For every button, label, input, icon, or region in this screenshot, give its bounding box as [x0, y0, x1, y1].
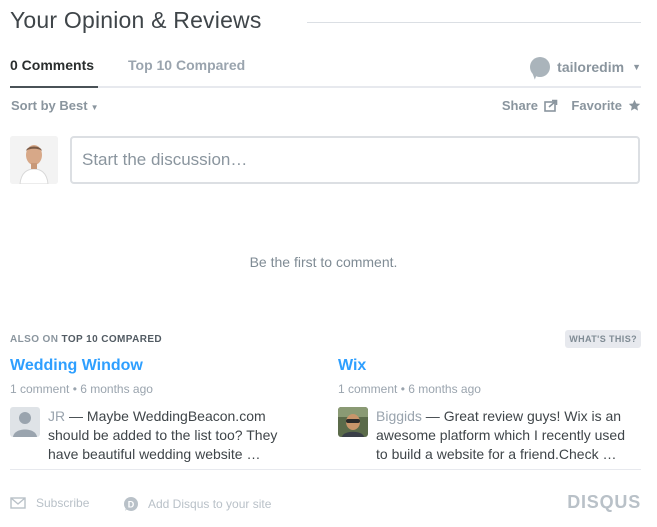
- whats-this-button[interactable]: WHAT'S THIS?: [565, 330, 641, 348]
- sort-dropdown[interactable]: Sort by Best ▼: [11, 98, 99, 113]
- default-avatar-icon: [10, 407, 40, 437]
- star-icon: [628, 99, 641, 111]
- commenter-avatar: [10, 407, 40, 437]
- recommendation-card: Wix 1 comment • 6 months ago Biggids — G…: [338, 357, 628, 464]
- disqus-logo[interactable]: DISQUS: [567, 492, 641, 513]
- envelope-icon: [10, 497, 26, 509]
- avatar-photo: [338, 407, 368, 437]
- also-on-site[interactable]: TOP 10 COMPARED: [62, 334, 162, 345]
- commenter-avatar: [338, 407, 368, 437]
- page-title: Your Opinion & Reviews: [10, 7, 262, 33]
- add-disqus-link[interactable]: D Add Disqus to your site: [123, 496, 271, 512]
- tab-community[interactable]: Top 10 Compared: [128, 57, 245, 73]
- recommendation-excerpt: Biggids — Great review guys! Wix is an a…: [376, 408, 625, 462]
- comment-input[interactable]: [72, 138, 638, 182]
- share-label: Share: [501, 98, 538, 113]
- active-tab-indicator: [10, 86, 98, 88]
- user-avatar[interactable]: [10, 136, 58, 184]
- favorite-label: Favorite: [571, 98, 622, 113]
- recommendation-meta: 1 comment • 6 months ago: [338, 382, 481, 396]
- subscribe-label: Subscribe: [36, 496, 90, 510]
- favorite-button[interactable]: Favorite: [571, 98, 641, 113]
- share-icon: [544, 99, 558, 112]
- chevron-down-icon: ▼: [632, 62, 641, 72]
- empty-state-message: Be the first to comment.: [249, 254, 398, 270]
- share-button[interactable]: Share: [502, 98, 558, 113]
- commenter-name: JR: [48, 408, 66, 424]
- user-bubble-icon: [530, 57, 551, 77]
- chevron-down-icon: ▼: [90, 103, 99, 112]
- excerpt-text: Maybe WeddingBeacon.com should be added …: [48, 408, 278, 462]
- tab-comments[interactable]: 0 Comments: [10, 57, 94, 73]
- svg-text:D: D: [128, 500, 135, 510]
- sort-label: Sort by Best: [11, 98, 88, 113]
- also-on-heading: ALSO ON TOP 10 COMPARED: [10, 334, 162, 345]
- disqus-icon: D: [124, 497, 138, 511]
- thread-header: Your Opinion & Reviews: [10, 7, 641, 39]
- add-disqus-label: Add Disqus to your site: [148, 497, 272, 511]
- recommendation-card: Wedding Window 1 comment • 6 months ago …: [10, 357, 300, 464]
- user-menu[interactable]: tailoredim ▼: [530, 55, 641, 79]
- recommendation-title[interactable]: Wix: [338, 357, 628, 375]
- recommendation-comment[interactable]: Biggids — Great review guys! Wix is an a…: [338, 407, 628, 464]
- subscribe-link[interactable]: Subscribe: [10, 496, 89, 510]
- recommendation-meta: 1 comment • 6 months ago: [10, 382, 153, 396]
- nav-tabs: 0 Comments Top 10 Compared tailoredim ▼: [10, 55, 641, 88]
- footer: Subscribe D Add Disqus to your site DISQ…: [10, 492, 641, 514]
- also-on-prefix: ALSO ON: [10, 334, 59, 345]
- recommendation-title[interactable]: Wedding Window: [10, 357, 300, 375]
- comment-composer[interactable]: [70, 136, 640, 184]
- footer-divider: [10, 469, 641, 470]
- avatar-photo: [10, 136, 58, 184]
- recommendation-comment[interactable]: JR — Maybe WeddingBeacon.com should be a…: [10, 407, 300, 464]
- thread-toolbar: Sort by Best ▼ Share Favorite: [10, 96, 641, 116]
- user-name: tailoredim: [557, 59, 625, 75]
- recommendation-excerpt: JR — Maybe WeddingBeacon.com should be a…: [48, 408, 278, 462]
- header-divider: [307, 22, 641, 23]
- commenter-name: Biggids: [376, 408, 422, 424]
